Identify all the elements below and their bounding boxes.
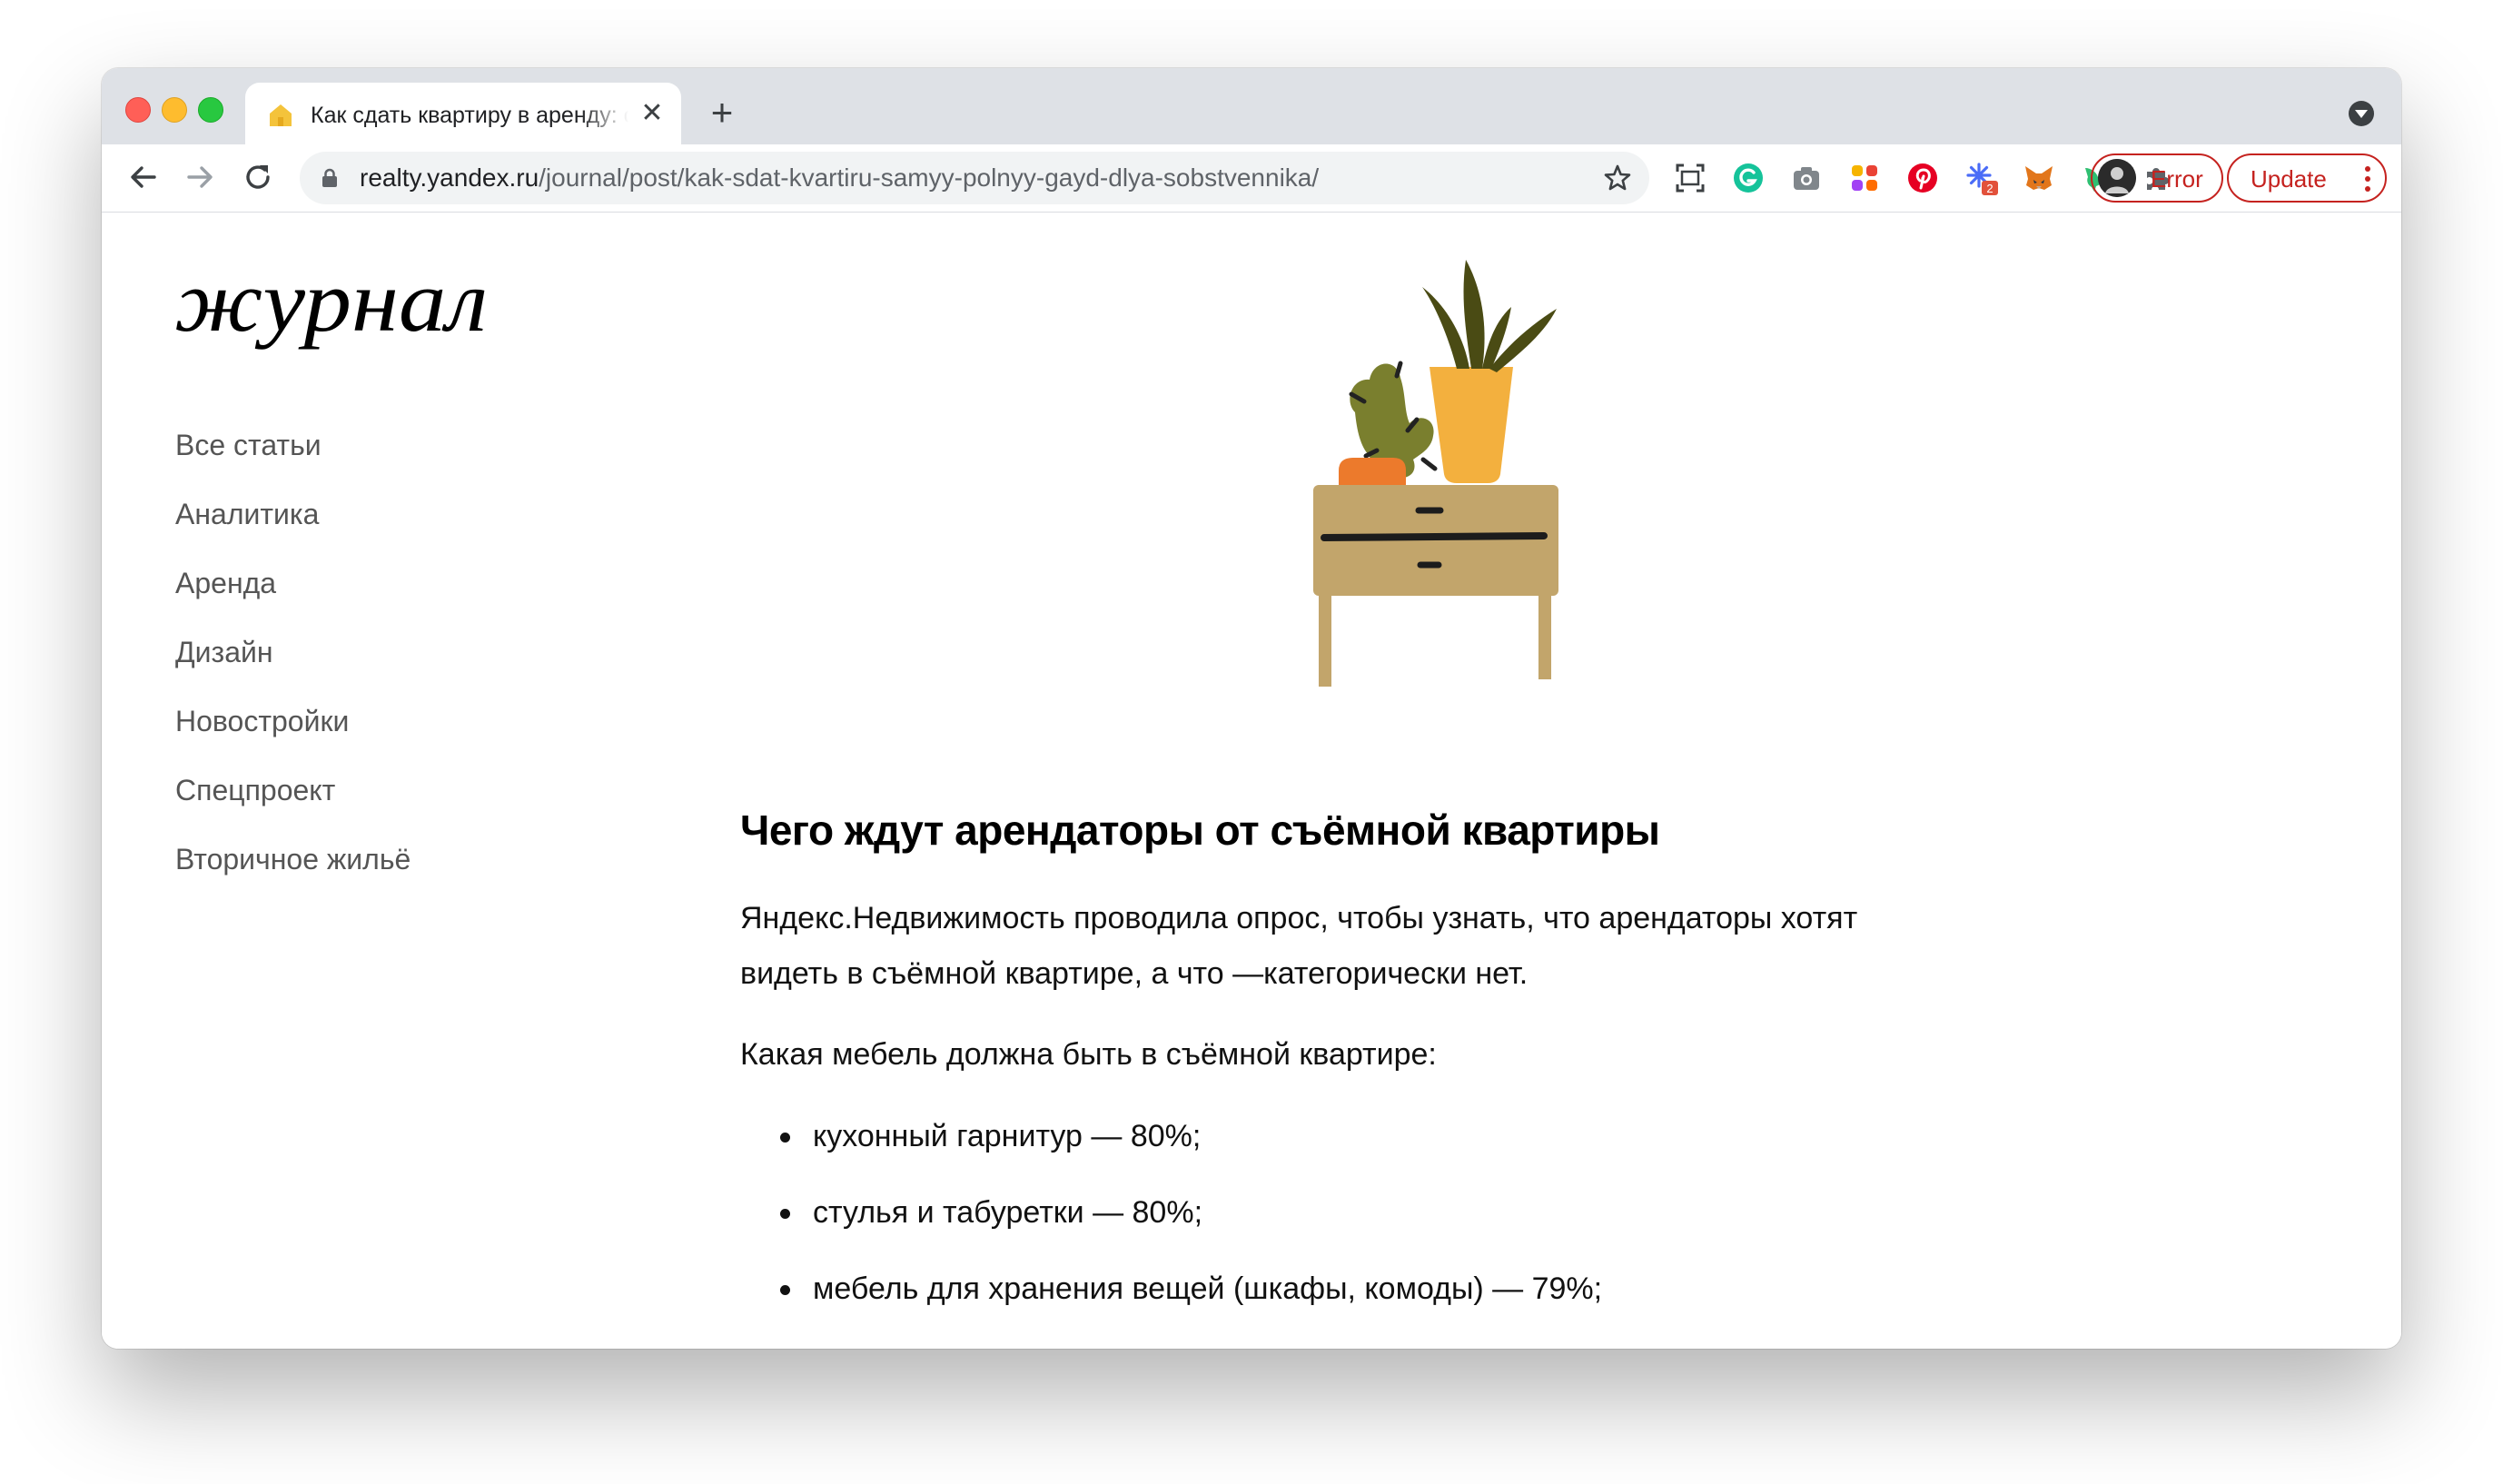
- list-item: кухонный гарнитур — 80%;: [779, 1114, 1201, 1158]
- page-content: журнал Все статьи Аналитика Аренда Дизай…: [102, 213, 2401, 1349]
- new-tab-button[interactable]: +: [701, 94, 743, 135]
- journal-logo[interactable]: журнал: [174, 260, 501, 369]
- reload-icon[interactable]: [238, 157, 278, 197]
- article-heading: Чего ждут арендаторы от съёмной квартиры: [740, 806, 1660, 854]
- forward-arrow-icon[interactable]: [180, 157, 220, 197]
- nav-item-rent[interactable]: Аренда: [175, 565, 411, 634]
- sidebar-nav: Все статьи Аналитика Аренда Дизайн Новос…: [175, 427, 411, 910]
- active-tab[interactable]: Как сдать квартиру в аренду: самый полны…: [245, 83, 681, 144]
- url-text[interactable]: realty.yandex.ru/journal/post/kak-sdat-k…: [360, 163, 1319, 193]
- metamask-fox-icon[interactable]: [2022, 161, 2056, 195]
- list-item: мебель для хранения вещей (шкафы, комоды…: [779, 1267, 1602, 1311]
- update-button[interactable]: Update: [2227, 153, 2387, 203]
- nav-item-new-buildings[interactable]: Новостройки: [175, 703, 411, 772]
- tab-search-icon[interactable]: [2349, 101, 2374, 126]
- bookmark-star-icon[interactable]: [1602, 163, 1633, 193]
- profile-error-label: Error: [2151, 165, 2203, 193]
- list-item: стулья и табуретки — 80%;: [779, 1191, 1202, 1234]
- address-bar[interactable]: realty.yandex.ru/journal/post/kak-sdat-k…: [300, 152, 1649, 204]
- minimize-window-button[interactable]: [162, 97, 187, 123]
- article-paragraph-furniture: Какая мебель должна быть в съёмной кварт…: [740, 1037, 1437, 1072]
- profile-error-button[interactable]: Error: [2091, 153, 2223, 203]
- apps-icon[interactable]: [1847, 161, 1882, 195]
- camera-icon[interactable]: [1789, 161, 1824, 195]
- fullscreen-window-button[interactable]: [198, 97, 223, 123]
- url-host: realty.yandex.ru: [360, 163, 539, 192]
- nav-item-analytics[interactable]: Аналитика: [175, 496, 411, 565]
- tab-strip: Как сдать квартиру в аренду: самый полны…: [102, 68, 2401, 144]
- lock-icon[interactable]: [320, 168, 340, 188]
- avatar: [2098, 159, 2136, 197]
- close-window-button[interactable]: [125, 97, 151, 123]
- screenshot-icon[interactable]: [1673, 161, 1707, 195]
- extension-asterisk-icon[interactable]: 2: [1964, 161, 1998, 195]
- nav-item-special-project[interactable]: Спецпроект: [175, 772, 411, 841]
- browser-window: Как сдать квартиру в аренду: самый полны…: [102, 68, 2401, 1349]
- grammarly-icon[interactable]: [1731, 161, 1766, 195]
- logo-text: журнал: [174, 260, 488, 350]
- dresser-plants-illustration: [1313, 260, 1558, 687]
- toolbar: realty.yandex.ru/journal/post/kak-sdat-k…: [102, 144, 2401, 213]
- back-arrow-icon[interactable]: [124, 157, 163, 197]
- tab-close-icon[interactable]: ✕: [638, 99, 667, 128]
- kebab-menu-icon[interactable]: [2365, 166, 2370, 192]
- extension-badge: 2: [1986, 182, 1993, 195]
- nav-item-secondary-housing[interactable]: Вторичное жильё: [175, 841, 411, 910]
- update-label: Update: [2251, 165, 2327, 193]
- url-path: /journal/post/kak-sdat-kvartiru-samyy-po…: [539, 163, 1320, 192]
- nav-item-design[interactable]: Дизайн: [175, 634, 411, 703]
- yandex-realty-favicon-icon: [270, 104, 292, 126]
- article-paragraph: Яндекс.Недвижимость проводила опрос, что…: [740, 901, 1858, 991]
- pinterest-icon[interactable]: [1905, 161, 1940, 195]
- nav-item-all-articles[interactable]: Все статьи: [175, 427, 411, 496]
- tab-title: Как сдать квартиру в аренду: самый полны…: [311, 103, 628, 128]
